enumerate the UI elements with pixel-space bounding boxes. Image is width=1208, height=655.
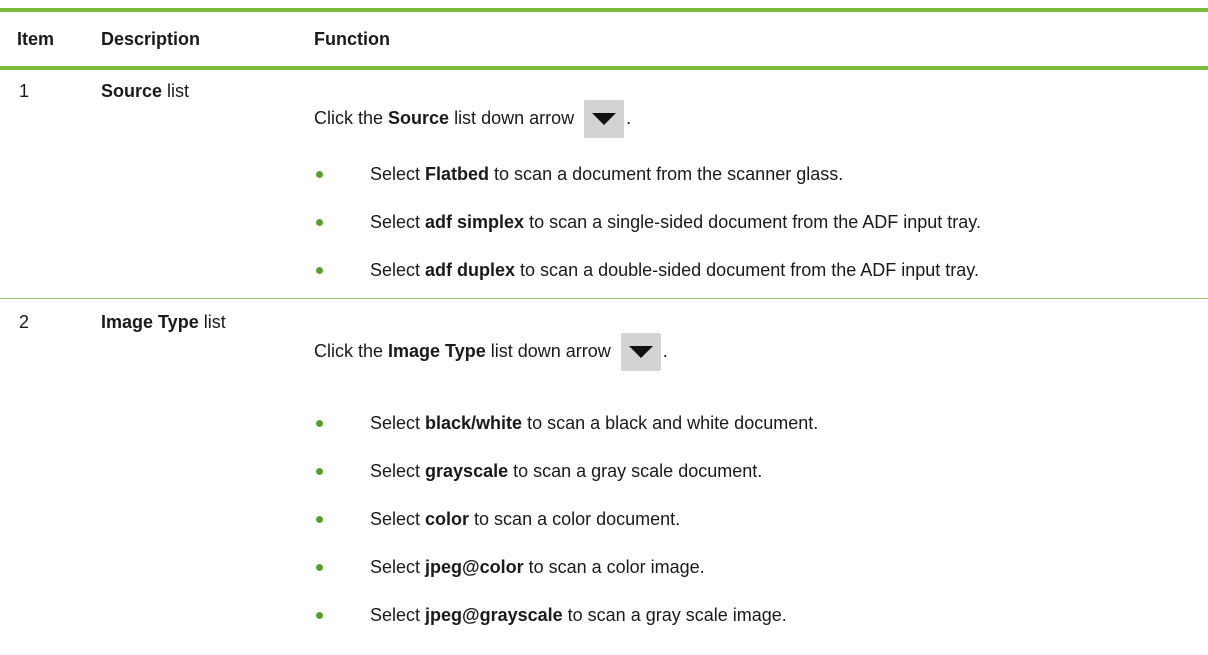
row1-description: Source list — [101, 81, 190, 101]
row1-intro: Click the Source list down arrow. — [314, 99, 631, 139]
row2-item: 2 — [19, 312, 30, 332]
down-arrow-icon — [628, 346, 653, 359]
row-divider — [0, 298, 1208, 299]
bullet-icon — [316, 516, 323, 523]
row2-bullet-2: Select grayscale to scan a gray scale do… — [370, 461, 763, 481]
header-description: Description — [101, 29, 201, 49]
bullet-icon — [316, 612, 323, 619]
image-type-dropdown-arrow-button — [620, 333, 661, 372]
bullet-icon — [316, 564, 323, 571]
bullet-icon — [316, 420, 323, 427]
source-dropdown-arrow-button — [584, 100, 625, 139]
table-top-rule — [0, 8, 1208, 12]
row2-bullet-4: Select jpeg@color to scan a color image. — [370, 557, 705, 577]
row2-intro: Click the Image Type list down arrow. — [314, 332, 668, 372]
header-rule — [0, 66, 1208, 70]
header-item: Item — [17, 29, 55, 49]
bullet-icon — [316, 171, 323, 178]
row2-description: Image Type list — [101, 312, 226, 332]
bullet-icon — [316, 468, 323, 475]
header-function: Function — [314, 29, 390, 49]
bullet-icon — [316, 219, 323, 226]
row2-bullet-3: Select color to scan a color document. — [370, 509, 681, 529]
row1-bullet-2: Select adf simplex to scan a single-side… — [370, 212, 981, 232]
row1-bullet-3: Select adf duplex to scan a double-sided… — [370, 260, 979, 280]
row2-bullet-1: Select black/white to scan a black and w… — [370, 413, 819, 433]
down-arrow-icon — [592, 113, 617, 126]
bullet-icon — [316, 267, 323, 274]
row1-item: 1 — [19, 81, 30, 101]
row1-bullet-1: Select Flatbed to scan a document from t… — [370, 164, 844, 184]
row2-bullet-5: Select jpeg@grayscale to scan a gray sca… — [370, 605, 787, 625]
